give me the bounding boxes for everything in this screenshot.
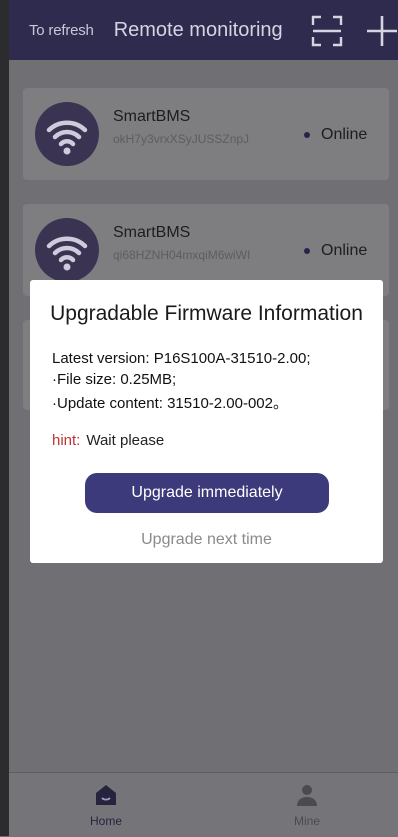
nav-mine[interactable]: Mine	[277, 783, 337, 828]
device-icon-circle	[35, 102, 99, 166]
update-content: ·Update content: 31510-2.00-002。	[52, 395, 288, 412]
file-size: ·File size: 0.25MB;	[52, 371, 177, 388]
status-dot	[304, 248, 310, 254]
upgrade-now-button[interactable]: Upgrade immediately	[85, 473, 329, 513]
hint-row: hint: Wait please	[52, 432, 164, 449]
hint-value: Wait please	[86, 432, 165, 449]
upgrade-later-button[interactable]: Upgrade next time	[30, 531, 383, 549]
refresh-button[interactable]: To refresh	[29, 22, 94, 39]
home-icon	[96, 785, 116, 805]
device-card[interactable]: SmartBMS okH7y3vrxXSyJUSSZnpJ Online	[23, 88, 389, 180]
wifi-icon	[46, 120, 88, 155]
header: To refresh Remote monitoring	[9, 0, 398, 60]
app-frame: To refresh Remote monitoring SmartBMS ok…	[0, 0, 398, 837]
device-name: SmartBMS	[113, 108, 191, 125]
nav-mine-label: Mine	[293, 814, 320, 828]
device-icon-circle	[35, 218, 99, 282]
bottom-nav: Home Mine	[9, 772, 398, 837]
device-id: qi68HZNH04mxqiM6wiWI	[113, 248, 251, 262]
dialog-title: Upgradable Firmware Information	[50, 302, 363, 325]
device-name: SmartBMS	[113, 224, 191, 241]
add-button[interactable]	[365, 14, 398, 48]
page-title: Remote monitoring	[113, 18, 283, 41]
hint-label: hint:	[52, 432, 81, 449]
wifi-icon	[46, 236, 88, 271]
nav-home[interactable]: Home	[76, 783, 136, 828]
firmware-dialog: Upgradable Firmware Information Latest v…	[30, 280, 383, 563]
scan-icon	[311, 15, 343, 47]
device-status: Online	[321, 242, 368, 259]
nav-home-label: Home	[89, 814, 122, 828]
plus-icon	[367, 16, 397, 46]
scan-button[interactable]	[310, 14, 344, 48]
device-status: Online	[321, 126, 368, 143]
user-icon	[297, 785, 317, 806]
latest-version: Latest version: P16S100A-31510-2.00;	[52, 350, 311, 367]
device-id: okH7y3vrxXSyJUSSZnpJ	[113, 132, 250, 146]
status-dot	[304, 132, 310, 138]
